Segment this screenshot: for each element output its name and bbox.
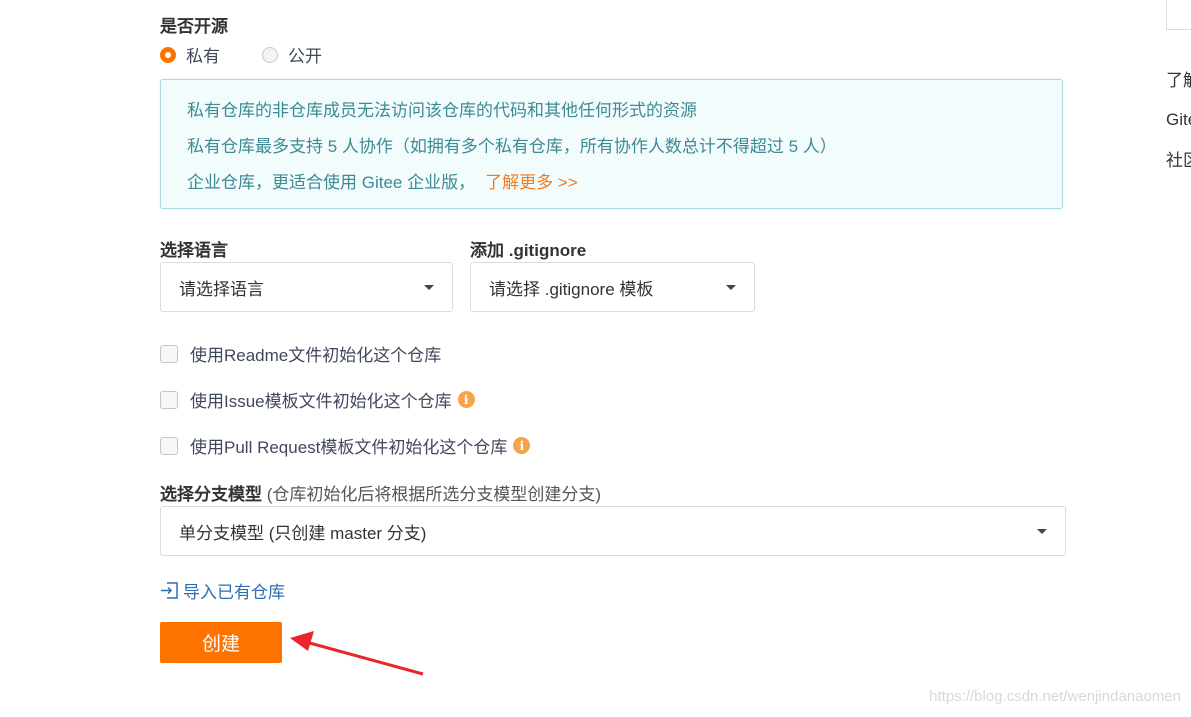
radio-public[interactable]: 公开 bbox=[262, 42, 322, 67]
language-label: 选择语言 bbox=[160, 241, 228, 260]
right-panel-box bbox=[1166, 0, 1191, 30]
caret-down-icon bbox=[1037, 528, 1047, 534]
import-icon bbox=[161, 582, 178, 599]
radio-private-indicator[interactable] bbox=[160, 46, 176, 63]
init-readme-option[interactable]: 使用Readme文件初始化这个仓库 bbox=[160, 341, 441, 366]
private-repo-info-box: 私有仓库的非仓库成员无法访问该仓库的代码和其他任何形式的资源 私有仓库最多支持 … bbox=[160, 79, 1063, 209]
create-button[interactable]: 创建 bbox=[160, 622, 282, 663]
learn-more-link[interactable]: 了解更多 >> bbox=[485, 173, 578, 192]
watermark: https://blog.csdn.net/wenjindanaomen bbox=[929, 688, 1181, 705]
radio-public-indicator[interactable] bbox=[262, 46, 278, 63]
info-line-2: 私有仓库最多支持 5 人协作（如拥有多个私有仓库，所有协作人数总计不得超过 5 … bbox=[187, 137, 837, 156]
readme-checkbox[interactable] bbox=[160, 344, 178, 363]
info-line-1: 私有仓库的非仓库成员无法访问该仓库的代码和其他任何形式的资源 bbox=[187, 101, 697, 120]
gitignore-label: 添加 .gitignore bbox=[470, 241, 587, 260]
branch-model-label: 选择分支模型 bbox=[160, 485, 262, 504]
init-issue-option[interactable]: 使用Issue模板文件初始化这个仓库 i bbox=[160, 387, 475, 412]
info-line-3: 企业仓库，更适合使用 Gitee 企业版， 了解更多 >> bbox=[187, 170, 1062, 206]
pr-option-label: 使用Pull Request模板文件初始化这个仓库 bbox=[190, 438, 508, 457]
branch-model-hint: (仓库初始化后将根据所选分支模型创建分支) bbox=[266, 485, 602, 504]
readme-option-label: 使用Readme文件初始化这个仓库 bbox=[190, 346, 442, 365]
visibility-label: 是否开源 bbox=[160, 17, 228, 36]
gitignore-select-value: 请选择 .gitignore 模板 bbox=[489, 279, 654, 299]
visibility-radio-group: 私有 公开 bbox=[160, 42, 364, 67]
gitignore-select[interactable]: 请选择 .gitignore 模板 bbox=[470, 262, 755, 312]
branch-model-select[interactable]: 单分支模型 (只创建 master 分支) bbox=[160, 506, 1066, 556]
radio-private-label: 私有 bbox=[186, 47, 220, 66]
pr-checkbox[interactable] bbox=[160, 436, 178, 455]
info-icon[interactable]: i bbox=[513, 437, 531, 454]
radio-private[interactable]: 私有 bbox=[160, 42, 220, 67]
import-repo-link[interactable]: 导入已有仓库 bbox=[160, 578, 285, 603]
branch-model-value: 单分支模型 (只创建 master 分支) bbox=[179, 523, 427, 543]
language-select-value: 请选择语言 bbox=[179, 279, 264, 299]
info-line-3-text: 企业仓库，更适合使用 Gitee 企业版， bbox=[187, 173, 476, 192]
caret-down-icon bbox=[424, 284, 434, 290]
language-select[interactable]: 请选择语言 bbox=[160, 262, 453, 312]
radio-public-label: 公开 bbox=[288, 47, 322, 66]
init-pr-option[interactable]: 使用Pull Request模板文件初始化这个仓库 i bbox=[160, 433, 531, 458]
annotation-arrow bbox=[290, 631, 424, 676]
right-panel-text-3: 社区 bbox=[1166, 151, 1191, 170]
issue-checkbox[interactable] bbox=[160, 390, 178, 409]
right-panel-text-2: Gite bbox=[1166, 110, 1191, 129]
caret-down-icon bbox=[726, 284, 736, 290]
issue-option-label: 使用Issue模板文件初始化这个仓库 bbox=[190, 392, 452, 411]
branch-model-label-row: 选择分支模型 (仓库初始化后将根据所选分支模型创建分支) bbox=[160, 480, 601, 505]
import-repo-label: 导入已有仓库 bbox=[183, 583, 285, 602]
right-panel-text-1: 了解 bbox=[1166, 71, 1191, 90]
info-icon[interactable]: i bbox=[457, 391, 475, 408]
